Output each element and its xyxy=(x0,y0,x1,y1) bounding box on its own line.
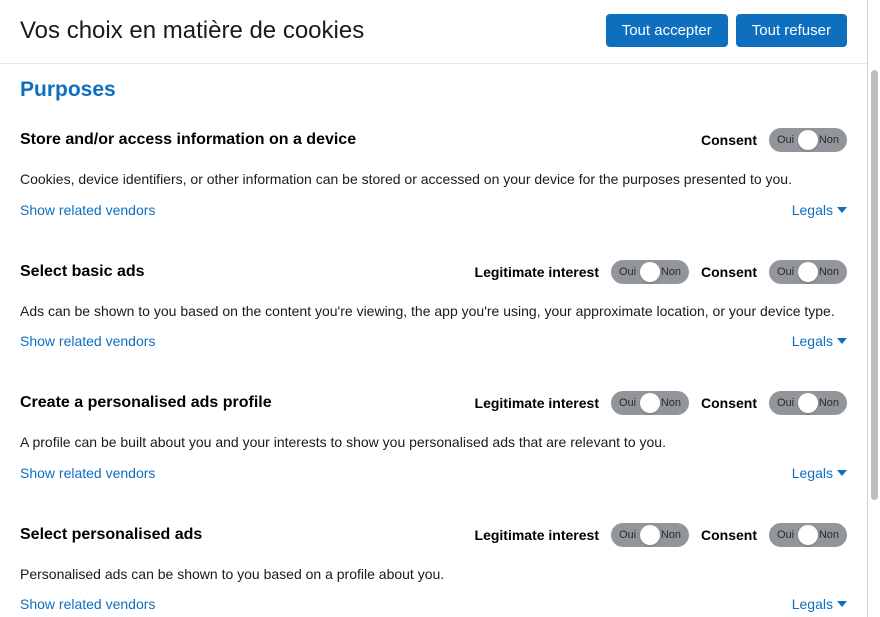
legit-toggle[interactable]: Oui Non xyxy=(611,260,689,284)
legit-label: Legitimate interest xyxy=(475,395,599,411)
legit-label: Legitimate interest xyxy=(475,527,599,543)
toggle-on-text: Oui xyxy=(777,134,794,146)
purpose-header: Store and/or access information on a dev… xyxy=(20,128,847,152)
purpose-item: Select personalised ads Legitimate inter… xyxy=(20,523,847,613)
chevron-down-icon xyxy=(837,468,847,478)
purpose-description: Ads can be shown to you based on the con… xyxy=(20,302,847,322)
purpose-title: Store and/or access information on a dev… xyxy=(20,131,356,149)
purpose-footer: Show related vendors Legals xyxy=(20,333,847,349)
toggle-knob xyxy=(798,262,818,282)
purpose-header: Create a personalised ads profile Legiti… xyxy=(20,391,847,415)
purpose-footer: Show related vendors Legals xyxy=(20,596,847,612)
purpose-footer: Show related vendors Legals xyxy=(20,465,847,481)
consent-toggle[interactable]: Oui Non xyxy=(769,128,847,152)
toggle-off-text: Non xyxy=(661,529,681,541)
legals-label: Legals xyxy=(792,333,833,349)
cookie-consent-modal: Vos choix en matière de cookies Tout acc… xyxy=(0,0,868,617)
purpose-header: Select personalised ads Legitimate inter… xyxy=(20,523,847,547)
legals-label: Legals xyxy=(792,202,833,218)
toggle-on-text: Oui xyxy=(619,397,636,409)
show-vendors-link[interactable]: Show related vendors xyxy=(20,202,155,218)
section-title-purposes: Purposes xyxy=(20,78,847,102)
accept-all-button[interactable]: Tout accepter xyxy=(606,14,728,47)
toggle-off-text: Non xyxy=(819,134,839,146)
legals-label: Legals xyxy=(792,596,833,612)
toggle-off-text: Non xyxy=(819,529,839,541)
show-vendors-link[interactable]: Show related vendors xyxy=(20,465,155,481)
toggles-row: Legitimate interest Oui Non Consent Oui … xyxy=(475,391,847,415)
consent-toggle[interactable]: Oui Non xyxy=(769,391,847,415)
purpose-description: A profile can be built about you and you… xyxy=(20,433,847,453)
legals-link[interactable]: Legals xyxy=(792,202,847,218)
show-vendors-link[interactable]: Show related vendors xyxy=(20,596,155,612)
consent-toggle[interactable]: Oui Non xyxy=(769,260,847,284)
legit-toggle[interactable]: Oui Non xyxy=(611,523,689,547)
show-vendors-link[interactable]: Show related vendors xyxy=(20,333,155,349)
legit-toggle[interactable]: Oui Non xyxy=(611,391,689,415)
header-buttons: Tout accepter Tout refuser xyxy=(606,14,847,47)
modal-content: Purposes Store and/or access information… xyxy=(0,64,867,617)
legals-link[interactable]: Legals xyxy=(792,596,847,612)
toggle-off-text: Non xyxy=(661,397,681,409)
purpose-title: Select basic ads xyxy=(20,263,145,281)
purpose-item: Select basic ads Legitimate interest Oui… xyxy=(20,260,847,350)
modal-title: Vos choix en matière de cookies xyxy=(20,17,364,45)
purpose-title: Create a personalised ads profile xyxy=(20,394,272,412)
toggle-knob xyxy=(798,525,818,545)
purpose-description: Cookies, device identifiers, or other in… xyxy=(20,170,847,190)
consent-label: Consent xyxy=(701,395,757,411)
toggle-on-text: Oui xyxy=(619,529,636,541)
toggle-on-text: Oui xyxy=(619,266,636,278)
purpose-header: Select basic ads Legitimate interest Oui… xyxy=(20,260,847,284)
toggle-off-text: Non xyxy=(819,266,839,278)
toggles-row: Consent Oui Non xyxy=(701,128,847,152)
chevron-down-icon xyxy=(837,205,847,215)
chevron-down-icon xyxy=(837,336,847,346)
toggle-knob xyxy=(798,393,818,413)
consent-toggle[interactable]: Oui Non xyxy=(769,523,847,547)
toggle-knob xyxy=(640,262,660,282)
toggles-row: Legitimate interest Oui Non Consent Oui … xyxy=(475,523,847,547)
purpose-footer: Show related vendors Legals xyxy=(20,202,847,218)
consent-label: Consent xyxy=(701,527,757,543)
legals-link[interactable]: Legals xyxy=(792,465,847,481)
purpose-item: Store and/or access information on a dev… xyxy=(20,128,847,218)
purpose-title: Select personalised ads xyxy=(20,526,202,544)
chevron-down-icon xyxy=(837,599,847,609)
toggle-on-text: Oui xyxy=(777,397,794,409)
refuse-all-button[interactable]: Tout refuser xyxy=(736,14,847,47)
toggle-knob xyxy=(798,130,818,150)
toggle-on-text: Oui xyxy=(777,266,794,278)
consent-label: Consent xyxy=(701,264,757,280)
legit-label: Legitimate interest xyxy=(475,264,599,280)
toggle-off-text: Non xyxy=(661,266,681,278)
toggle-knob xyxy=(640,393,660,413)
toggle-off-text: Non xyxy=(819,397,839,409)
toggles-row: Legitimate interest Oui Non Consent Oui … xyxy=(475,260,847,284)
legals-label: Legals xyxy=(792,465,833,481)
purpose-description: Personalised ads can be shown to you bas… xyxy=(20,565,847,585)
legals-link[interactable]: Legals xyxy=(792,333,847,349)
scrollbar-thumb[interactable] xyxy=(871,70,878,500)
purpose-item: Create a personalised ads profile Legiti… xyxy=(20,391,847,481)
toggle-on-text: Oui xyxy=(777,529,794,541)
toggle-knob xyxy=(640,525,660,545)
consent-label: Consent xyxy=(701,132,757,148)
modal-header: Vos choix en matière de cookies Tout acc… xyxy=(0,0,867,64)
